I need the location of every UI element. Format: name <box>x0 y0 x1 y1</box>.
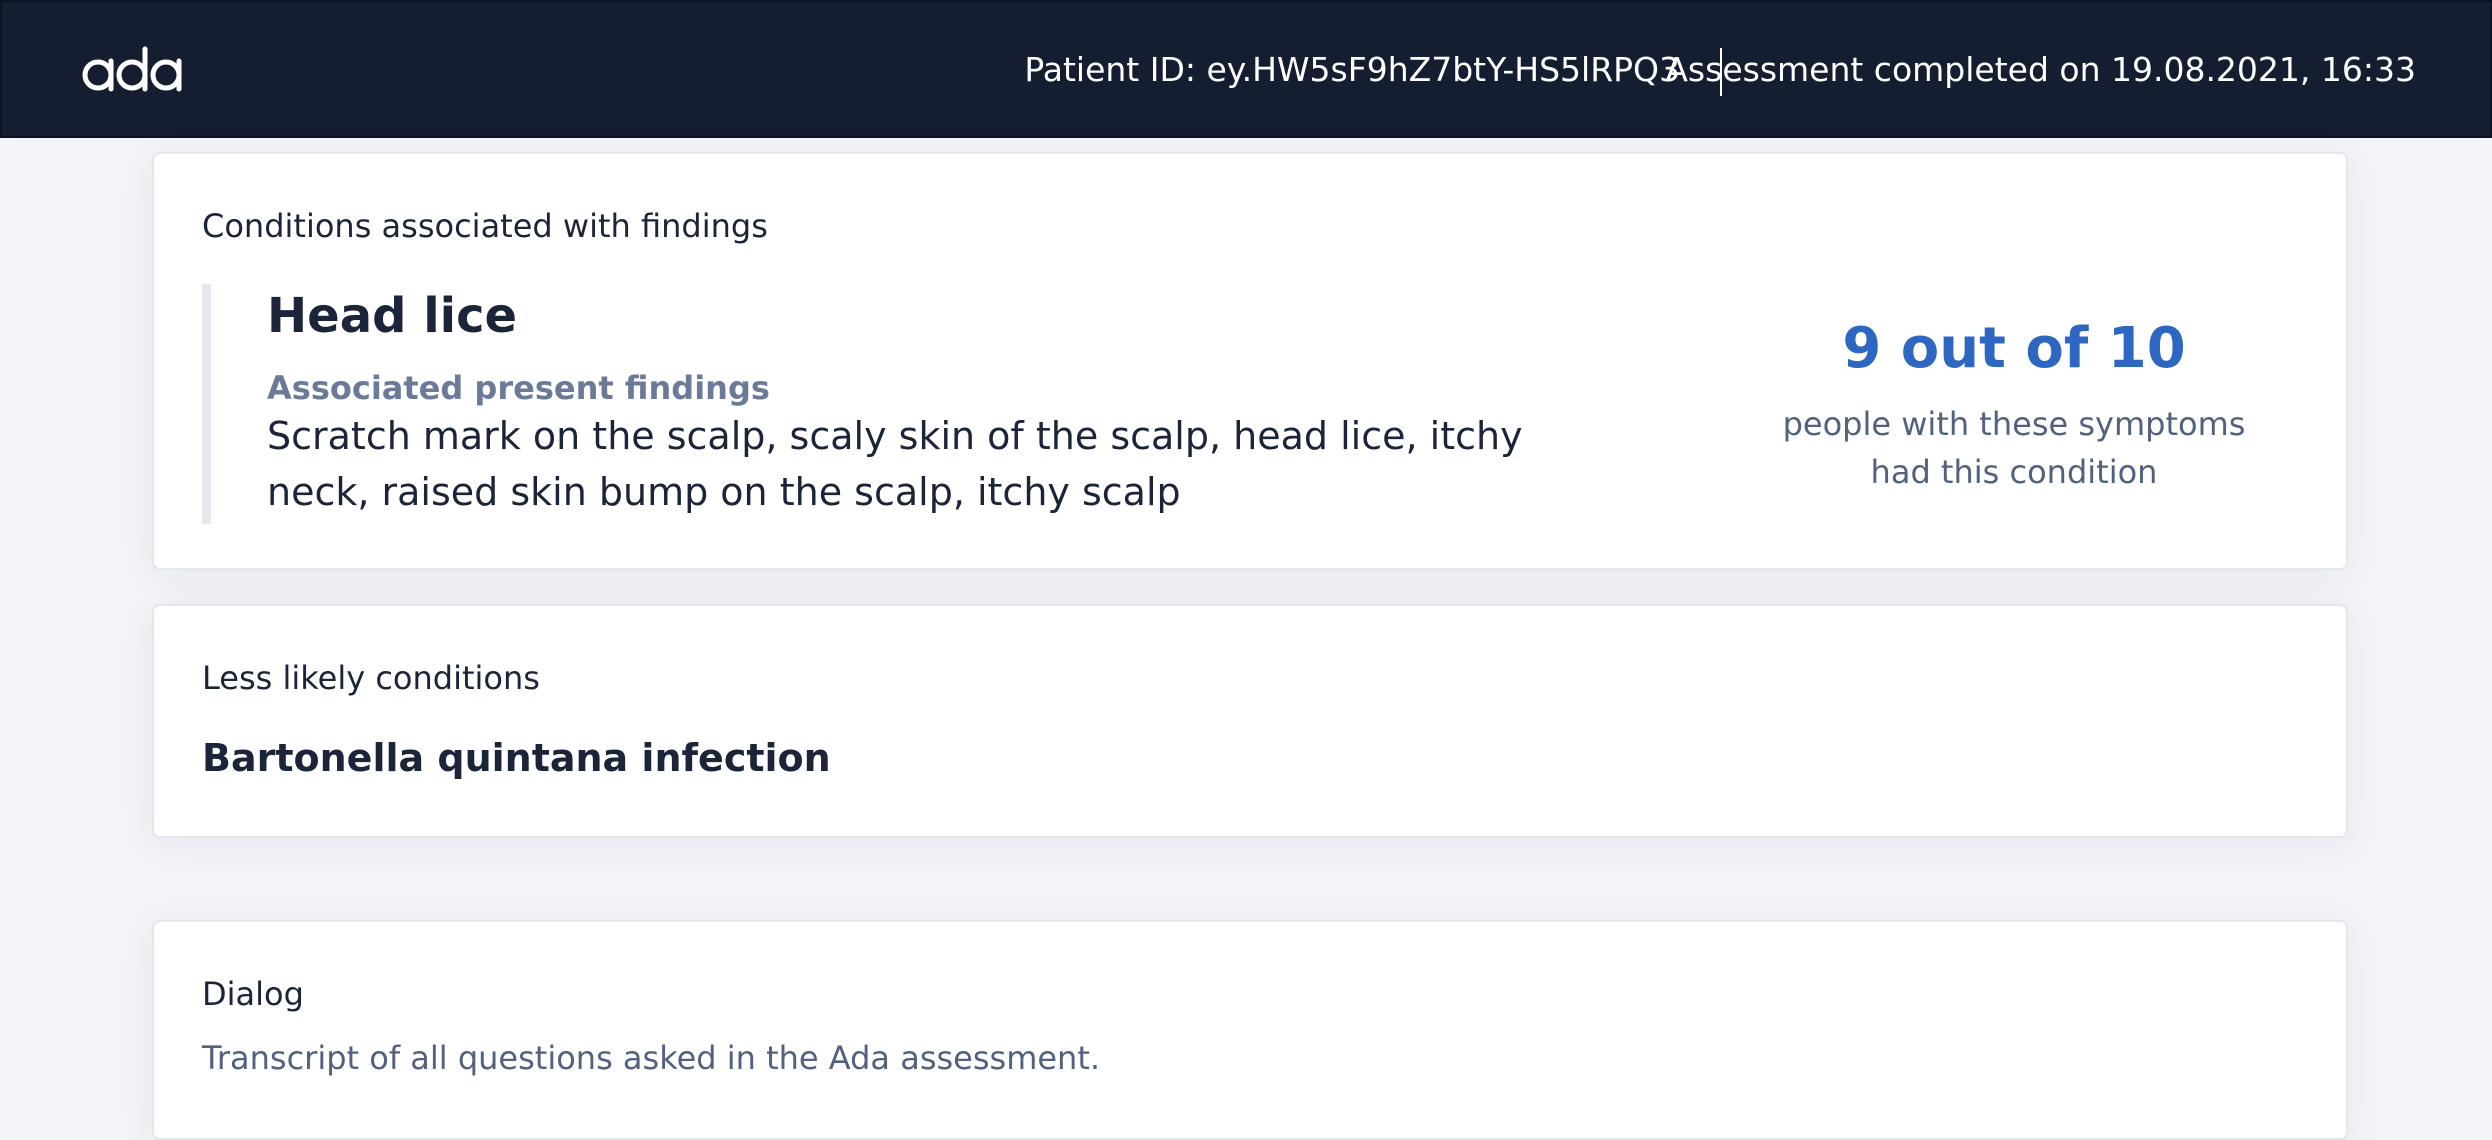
less-likely-condition-name: Bartonella quintana infection <box>202 736 831 780</box>
likelihood-caption-line1: people with these symptoms <box>1782 405 2246 443</box>
less-likely-card-title: Less likely conditions <box>202 659 540 697</box>
likelihood-caption: people with these symptoms had this cond… <box>1714 400 2314 496</box>
patient-id: Patient ID: ey.HW5sF9hZ7btY-HS5lRPQ3 <box>1024 50 1680 89</box>
dialog-card-subtitle: Transcript of all questions asked in the… <box>202 1039 1101 1077</box>
ada-logo[interactable] <box>82 45 184 93</box>
conditions-card: Conditions associated with findings Head… <box>152 152 2348 570</box>
likelihood-caption-line2: had this condition <box>1870 453 2158 491</box>
ada-logo-mark <box>82 46 182 92</box>
top-header-bar: Patient ID: ey.HW5sF9hZ7btY-HS5lRPQ3 Ass… <box>0 0 2492 138</box>
condition-name: Head lice <box>267 288 518 344</box>
less-likely-card: Less likely conditions Bartonella quinta… <box>152 604 2348 838</box>
findings-list: Scratch mark on the scalp, scaly skin of… <box>267 414 1523 514</box>
findings-label: Associated present findings <box>267 369 770 407</box>
dialog-card-title: Dialog <box>202 975 304 1013</box>
conditions-card-title: Conditions associated with findings <box>202 207 768 245</box>
dialog-card: Dialog Transcript of all questions asked… <box>152 920 2348 1140</box>
likelihood-stat: 9 out of 10 <box>1842 316 2186 381</box>
condition-item: Head lice Associated present findings Sc… <box>202 284 1702 524</box>
assessment-completed-date: Assessment completed on 19.08.2021, 16:3… <box>1665 50 2416 89</box>
